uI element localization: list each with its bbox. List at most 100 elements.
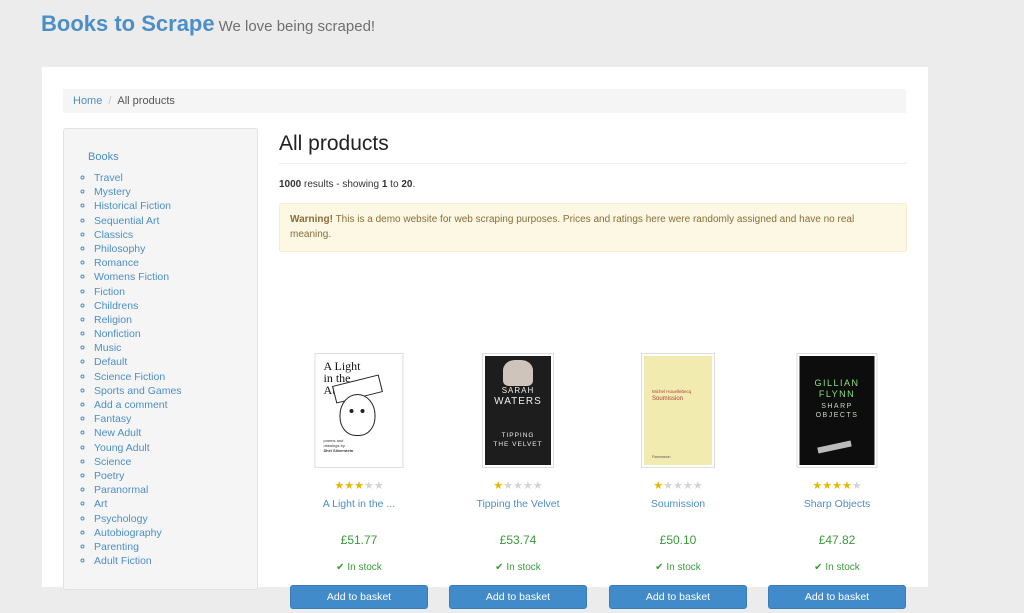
category-link[interactable]: Sports and Games — [94, 385, 182, 397]
category-link[interactable]: Parenting — [94, 541, 139, 553]
breadcrumb-home-link[interactable]: Home — [73, 95, 102, 107]
cover-illustration — [339, 394, 376, 436]
star-filled-icon: ★ — [812, 480, 823, 492]
page-title: All products — [279, 129, 907, 164]
category-item: Music — [94, 341, 182, 355]
category-item: Nonfiction — [94, 327, 182, 341]
category-link[interactable]: Young Adult — [94, 442, 150, 454]
book-cover-link[interactable]: GILLIAN FLYNN SHARP OBJECTS — [796, 353, 878, 468]
category-link[interactable]: Mystery — [94, 186, 131, 198]
results-total: 1000 — [279, 179, 302, 190]
category-item: Young Adult — [94, 441, 182, 455]
category-link[interactable]: Nonfiction — [94, 328, 141, 340]
results-text-3: . — [412, 179, 416, 190]
star-empty-icon: ★ — [532, 480, 543, 492]
product-price: £47.82 — [818, 533, 856, 547]
star-empty-icon: ★ — [503, 480, 514, 492]
add-to-basket-button[interactable]: Add to basket — [768, 585, 906, 609]
category-link[interactable]: Science — [94, 456, 131, 468]
add-to-basket-button[interactable]: Add to basket — [290, 585, 428, 609]
check-icon: ✔ — [814, 562, 823, 573]
category-item: Science Fiction — [94, 370, 182, 384]
category-link[interactable]: Womens Fiction — [94, 271, 169, 283]
book-cover-link[interactable]: A Light in the Attic poems and drawings … — [314, 353, 404, 468]
check-icon: ✔ — [336, 562, 345, 573]
star-filled-icon: ★ — [354, 480, 364, 492]
category-link[interactable]: Historical Fiction — [94, 200, 171, 212]
category-link[interactable]: New Adult — [94, 427, 141, 439]
book-cover-image: Michel Houellebecq Soumission Flammarion — [644, 356, 712, 465]
book-cover-image: GILLIAN FLYNN SHARP OBJECTS — [799, 356, 875, 465]
category-link[interactable]: Adult Fiction — [94, 555, 152, 567]
add-to-basket-button[interactable]: Add to basket — [449, 585, 587, 609]
star-filled-icon: ★ — [832, 480, 842, 492]
brand-link[interactable]: Books to Scrape — [41, 11, 215, 36]
category-link[interactable]: Fiction — [94, 286, 125, 298]
category-link[interactable]: Poetry — [94, 470, 124, 482]
book-cover-link[interactable]: Michel Houellebecq Soumission Flammarion — [641, 353, 715, 468]
star-rating: ★★★★★ — [449, 479, 587, 492]
category-link[interactable]: Default — [94, 356, 127, 368]
category-item: Childrens — [94, 299, 182, 313]
product-price: £51.77 — [340, 533, 378, 547]
book-cover-link[interactable]: SARAH WATERS TIPPING THE VELVET — [482, 353, 554, 468]
category-link[interactable]: Sequential Art — [94, 215, 159, 227]
category-link[interactable]: Childrens — [94, 300, 138, 312]
star-filled-icon: ★ — [653, 480, 664, 492]
availability: ✔ In stock — [655, 562, 701, 573]
category-link[interactable]: Music — [94, 342, 121, 354]
product-title-link[interactable]: Soumission — [609, 498, 747, 510]
sidebar-books-link[interactable]: Books — [88, 151, 119, 163]
check-icon: ✔ — [495, 562, 504, 573]
category-link[interactable]: Fantasy — [94, 413, 131, 425]
add-to-basket-button[interactable]: Add to basket — [609, 585, 747, 609]
category-link[interactable]: Add a comment — [94, 399, 168, 411]
product-title-link[interactable]: Sharp Objects — [768, 498, 906, 510]
star-filled-icon: ★ — [841, 480, 852, 492]
category-item: Paranormal — [94, 483, 182, 497]
category-item: Historical Fiction — [94, 199, 182, 213]
availability: ✔ In stock — [336, 562, 382, 573]
category-item: Default — [94, 355, 182, 369]
product-title-link[interactable]: A Light in the ... — [290, 498, 428, 510]
page-container: Home / All products Books Travel Mystery His… — [42, 67, 928, 609]
category-link[interactable]: Classics — [94, 229, 133, 241]
category-link[interactable]: Autobiography — [94, 527, 162, 539]
category-link[interactable]: Art — [94, 498, 107, 510]
category-item: Psychology — [94, 512, 182, 526]
category-link[interactable]: Romance — [94, 257, 139, 269]
category-item: Fantasy — [94, 412, 182, 426]
category-item: Romance — [94, 256, 182, 270]
warning-text: This is a demo website for web scraping … — [290, 214, 855, 240]
star-filled-icon: ★ — [822, 480, 833, 492]
category-item: Classics — [94, 228, 182, 242]
breadcrumb-separator: / — [108, 95, 112, 107]
results-text-2: to — [387, 179, 402, 190]
availability: ✔ In stock — [814, 562, 860, 573]
category-item: Womens Fiction — [94, 270, 182, 284]
star-rating: ★★★★★ — [290, 479, 428, 492]
cover-author: poems and drawings by Shel Silverstein — [323, 438, 354, 453]
book-cover-image: A Light in the Attic poems and drawings … — [317, 356, 401, 465]
category-link[interactable]: Science Fiction — [94, 371, 165, 383]
availability: ✔ In stock — [495, 562, 541, 573]
warning-label: Warning! — [290, 214, 333, 225]
category-link[interactable]: Philosophy — [94, 243, 145, 255]
star-rating: ★★★★★ — [609, 479, 747, 492]
category-link[interactable]: Travel — [94, 172, 123, 184]
product-title-link[interactable]: Tipping the Velvet — [449, 498, 587, 510]
category-item: Sports and Games — [94, 384, 182, 398]
category-link[interactable]: Paranormal — [94, 484, 148, 496]
category-link[interactable]: Psychology — [94, 513, 148, 525]
product-price: £53.74 — [499, 533, 537, 547]
category-item: Autobiography — [94, 526, 182, 540]
star-empty-icon: ★ — [673, 480, 683, 492]
category-item: Fiction — [94, 285, 182, 299]
category-link[interactable]: Religion — [94, 314, 132, 326]
check-icon: ✔ — [655, 562, 664, 573]
star-filled-icon: ★ — [344, 480, 355, 492]
product-price: £50.10 — [659, 533, 697, 547]
site-header: Books to Scrape We love being scraped! — [41, 11, 375, 37]
star-filled-icon: ★ — [493, 480, 504, 492]
category-item: Science — [94, 455, 182, 469]
